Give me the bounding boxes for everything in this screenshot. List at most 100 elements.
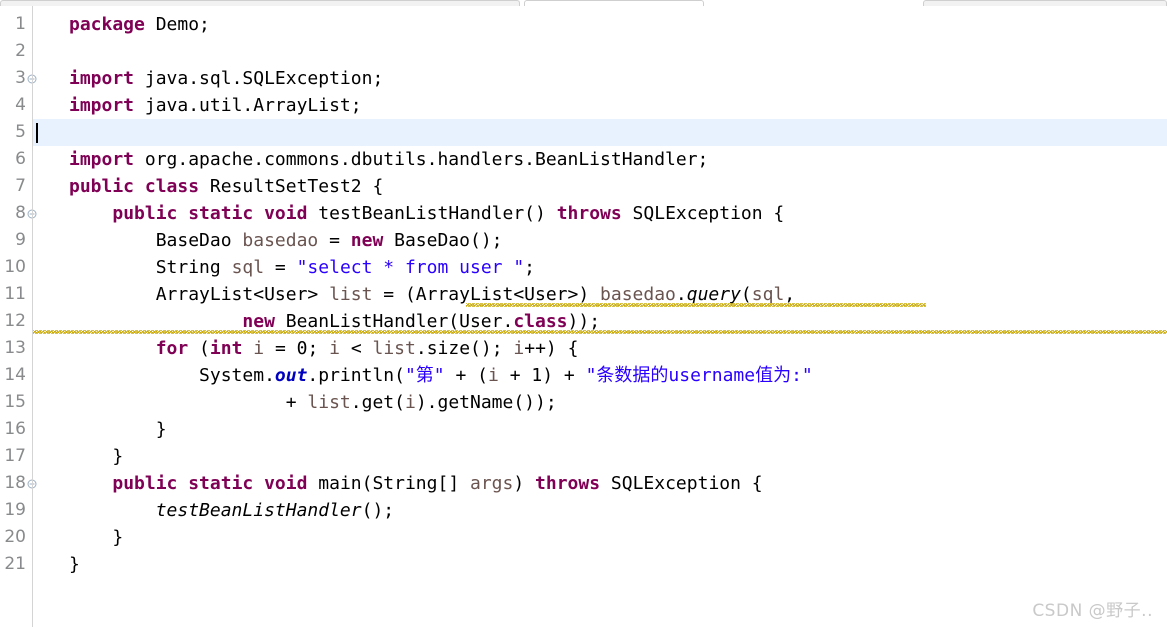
line-number-1: 1 <box>15 14 26 34</box>
token-plain: SQLException { <box>600 473 763 494</box>
token-kw: int <box>209 338 243 359</box>
code-line-1[interactable]: package Demo; <box>69 11 210 38</box>
token-var: i <box>404 392 416 413</box>
token-var: i <box>488 365 499 386</box>
line-number-9: 9 <box>15 230 26 250</box>
token-plain: String <box>69 257 232 278</box>
warning-squiggle-line-11 <box>466 303 926 307</box>
token-plain: SQLException { <box>621 203 785 224</box>
code-content-area[interactable]: package Demo; import java.sql.SQLExceptio… <box>33 6 1167 627</box>
token-plain: = 0; <box>264 338 330 359</box>
token-mth: testBeanListHandler <box>155 500 362 521</box>
token-var: basedao <box>242 230 319 251</box>
code-line-8[interactable]: public static void testBeanListHandler()… <box>69 200 784 227</box>
token-kw: public static void <box>112 203 308 224</box>
token-plain: ( <box>188 338 210 359</box>
token-plain: BeanListHandler(User. <box>274 311 514 332</box>
token-plain: (); <box>361 500 395 521</box>
code-line-21[interactable]: } <box>69 551 80 578</box>
line-number-gutter[interactable]: 1 2 3 4 5 6 7 8 9 10 11 12 13 14 15 16 17 18 19 20 21 <box>0 6 37 627</box>
token-kw: class <box>144 176 200 197</box>
token-plain: < <box>339 338 373 359</box>
token-plain: java.sql.SQLException; <box>134 68 384 89</box>
line-number-19: 19 <box>4 500 26 520</box>
token-var: i <box>513 338 525 359</box>
token-str: "条数据的username值为:" <box>585 365 813 386</box>
token-plain: Demo; <box>144 14 210 35</box>
code-line-10[interactable]: String sql = "select * from user "; <box>69 254 535 281</box>
line-number-3: 3 <box>15 68 26 88</box>
token-var: args <box>470 473 514 494</box>
token-plain: ResultSetTest2 { <box>199 176 384 197</box>
token-var: sql <box>231 257 265 278</box>
token-var: list <box>329 284 373 305</box>
code-line-17[interactable]: } <box>69 443 123 470</box>
token-kw: import <box>69 95 135 116</box>
line-number-4: 4 <box>15 95 26 115</box>
line-number-10: 10 <box>4 257 26 277</box>
token-plain: main(String[] <box>307 473 470 494</box>
token-fld: out <box>274 365 308 386</box>
token-plain: + 1) + <box>498 365 586 386</box>
token-plain: .size(); <box>415 338 514 359</box>
token-kw: import <box>69 68 135 89</box>
token-var: i <box>253 338 265 359</box>
code-line-14[interactable]: System.out.println("第" + (i + 1) + "条数据的… <box>69 362 813 389</box>
code-line-20[interactable]: } <box>69 524 123 551</box>
line-number-20: 20 <box>4 527 26 547</box>
code-line-3[interactable]: import java.sql.SQLException; <box>69 65 383 92</box>
token-var: sql <box>751 284 785 305</box>
token-plain: = (ArrayList<User>) <box>372 284 601 305</box>
code-line-15[interactable]: + list.get(i).getName()); <box>69 389 557 416</box>
token-plain: = <box>318 230 351 251</box>
line-number-21: 21 <box>4 554 26 574</box>
token-plain: + <box>69 392 308 413</box>
token-kw: import <box>69 149 135 170</box>
token-kw: package <box>69 14 145 35</box>
token-plain: BaseDao(); <box>383 230 503 251</box>
code-line-18[interactable]: public static void main(String[] args) t… <box>69 470 763 497</box>
csdn-watermark: CSDN @野子.. <box>1032 601 1153 621</box>
token-plain: System. <box>69 365 275 386</box>
token-str: "第" <box>404 365 445 386</box>
token-plain: testBeanListHandler() <box>307 203 557 224</box>
code-editor[interactable]: 1 2 3 4 5 6 7 8 9 10 11 12 13 14 15 16 17 18 19 20 21 packag… <box>0 6 1167 627</box>
token-kw: new <box>242 311 275 332</box>
line-number-18: 18 <box>4 473 26 493</box>
token-plain: } <box>69 419 167 440</box>
line-number-8: 8 <box>15 203 26 223</box>
token-var: i <box>329 338 340 359</box>
token-plain: ) <box>513 473 536 494</box>
code-line-16[interactable]: } <box>69 416 167 443</box>
token-kw: throws <box>535 473 601 494</box>
token-plain: ; <box>524 257 536 278</box>
code-line-19[interactable]: testBeanListHandler(); <box>69 497 394 524</box>
code-line-4[interactable]: import java.util.ArrayList; <box>69 92 362 119</box>
text-caret <box>36 123 38 143</box>
code-line-9[interactable]: BaseDao basedao = new BaseDao(); <box>69 227 503 254</box>
line-number-7: 7 <box>15 176 26 196</box>
line-number-2: 2 <box>15 41 26 61</box>
token-plain: } <box>69 554 80 575</box>
token-plain: = <box>264 257 297 278</box>
token-plain: BaseDao <box>69 230 243 251</box>
token-plain: ( <box>740 284 752 305</box>
token-kw: for <box>155 338 189 359</box>
token-kw: public <box>69 176 135 197</box>
token-str: "select * from user " <box>296 257 525 278</box>
line-number-5: 5 <box>15 122 26 142</box>
code-line-6[interactable]: import org.apache.commons.dbutils.handle… <box>69 146 708 173</box>
code-line-7[interactable]: public class ResultSetTest2 { <box>69 173 383 200</box>
token-plain: ++) { <box>524 338 579 359</box>
token-kw: class <box>513 311 568 332</box>
token-plain: .println( <box>307 365 405 386</box>
token-var: list <box>372 338 416 359</box>
token-plain: .get( <box>350 392 405 413</box>
code-line-13[interactable]: for (int i = 0; i < list.size(); i++) { <box>69 335 579 362</box>
token-plain: ArrayList<User> <box>69 284 330 305</box>
